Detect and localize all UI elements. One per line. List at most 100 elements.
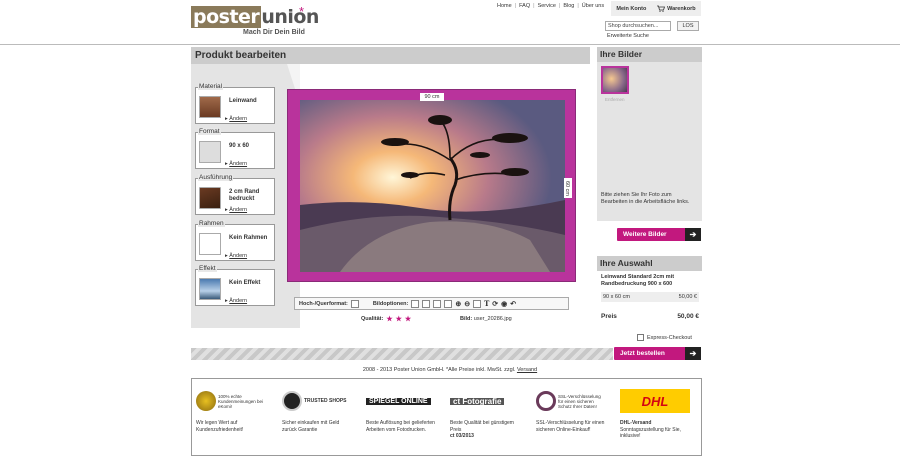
dhl-logo: DHL — [620, 389, 690, 413]
selection-size-row: 90 x 60 cm 50,00 € — [601, 292, 699, 302]
option-label: Material — [198, 83, 224, 90]
logo[interactable]: poster union * Mach Dir Dein Bild — [191, 4, 319, 36]
canvas-photo[interactable] — [300, 100, 565, 272]
nav-home[interactable]: Home — [497, 3, 512, 9]
zoom-in-icon[interactable]: ⊕ — [455, 300, 461, 308]
copyright: 2008 - 2013 Poster Union GmbH. *Alle Pre… — [362, 367, 538, 373]
nav-service[interactable]: Service — [538, 3, 556, 9]
order-button[interactable]: Jetzt bestellen ➔ — [614, 347, 701, 360]
finish-thumb — [199, 187, 221, 209]
trust-ct[interactable]: ct Fotografie Beste Qualität bei günstig… — [450, 388, 520, 440]
option-label: Effekt — [198, 265, 217, 272]
logo-tagline: Mach Dir Dein Bild — [243, 29, 305, 36]
price-label: Preis — [601, 313, 617, 320]
rotate-icon[interactable]: ⟳ — [492, 300, 498, 308]
your-images-title: Ihre Bilder — [597, 47, 702, 62]
trust-ekomi[interactable]: 100% echte Kundenmeinungen bei eKomi! Wi… — [196, 388, 266, 433]
more-images-button[interactable]: Weitere Bilder ➔ — [617, 228, 701, 241]
shipping-link[interactable]: Versand — [517, 367, 537, 373]
express-label: Express-Checkout — [647, 334, 692, 341]
dimension-width-label: 90 cm — [420, 93, 444, 101]
orientation-toggle-icon[interactable] — [350, 299, 359, 308]
express-checkout[interactable]: Express-Checkout — [637, 334, 692, 341]
option-value: Leinwand — [229, 98, 257, 104]
cart-link[interactable]: Warenkorb — [657, 5, 696, 12]
option-label: Ausführung — [198, 174, 234, 181]
center-icon[interactable]: ◉ — [501, 300, 507, 308]
advanced-search-link[interactable]: Erweiterte Suche — [607, 33, 649, 39]
logo-text-a: poster — [191, 6, 262, 28]
star-icon: ★ — [386, 316, 393, 323]
express-checkbox[interactable] — [637, 334, 644, 341]
selection-product: Leinwand Standard 2cm mit Randbedruckung… — [601, 274, 675, 287]
change-link[interactable]: ▸ Ändern — [225, 207, 247, 213]
option-material[interactable]: Material Leinwand ▸ Ändern — [195, 83, 275, 124]
arrow-right-icon: ➔ — [685, 347, 701, 360]
option-value: Kein Rahmen — [229, 235, 268, 241]
thumb-caption[interactable]: Entfernen — [605, 97, 625, 102]
option-frame[interactable]: Rahmen Kein Rahmen ▸ Ändern — [195, 220, 275, 261]
selection-size: 90 x 60 cm — [603, 294, 630, 300]
undo-icon[interactable]: ↶ — [510, 300, 516, 308]
trust-bar: 100% echte Kundenmeinungen bei eKomi! Wi… — [191, 378, 702, 456]
canvas-toolbar: Hoch-/Querformat: Bildoptionen: ⊕ ⊖ T ⟳ … — [294, 297, 569, 310]
trustedshops-badge-icon — [282, 391, 302, 411]
frame-thumb — [199, 233, 221, 255]
crop-icon[interactable] — [444, 299, 453, 308]
change-link[interactable]: ▸ Ändern — [225, 253, 247, 259]
option-label: Rahmen — [198, 220, 225, 227]
arrow-right-icon: ➔ — [685, 228, 701, 241]
quality-label: Qualität: — [361, 316, 384, 322]
change-link[interactable]: ▸ Ändern — [225, 298, 247, 304]
dimension-height-label: 60 cm — [564, 178, 572, 198]
ekomi-badge-icon — [196, 391, 216, 411]
spiegel-logo: SPIEGEL ONLINE — [366, 397, 431, 405]
option-format[interactable]: Format 90 x 60 ▸ Ändern — [195, 128, 275, 169]
search-button[interactable]: LOS — [677, 21, 699, 31]
image-name: user_20286.jpg — [473, 316, 512, 322]
zoom-out-icon[interactable]: ⊖ — [464, 300, 470, 308]
logo-text-b: union — [261, 6, 319, 28]
change-link[interactable]: ▸ Ändern — [225, 116, 247, 122]
fit-full-icon[interactable] — [433, 299, 442, 308]
option-effect[interactable]: Effekt Kein Effekt ▸ Ändern — [195, 265, 275, 306]
editor-title: Produkt bearbeiten — [191, 47, 590, 64]
option-finish[interactable]: Ausführung 2 cm Rand bedruckt ▸ Ändern — [195, 174, 275, 215]
image-name-info: Bild: user_20286.jpg — [460, 316, 512, 322]
option-value: Kein Effekt — [229, 280, 261, 286]
search-input[interactable]: Shop durchsuchen... — [605, 21, 671, 31]
change-link[interactable]: ▸ Ändern — [225, 161, 247, 167]
format-thumb — [199, 141, 221, 163]
account-link[interactable]: Mein Konto — [616, 6, 646, 12]
trust-dhl[interactable]: DHL DHL-Versand Sonntagszustellung für S… — [620, 388, 690, 440]
effect-thumb — [199, 278, 221, 300]
option-value: 2 cm Rand bedruckt — [229, 189, 260, 202]
uploaded-image-thumb[interactable] — [601, 66, 629, 94]
your-selection-title: Ihre Auswahl — [597, 256, 702, 271]
text-icon[interactable]: T — [484, 299, 489, 308]
quality-indicator: Qualität: ★ ★ ★ — [361, 315, 411, 323]
image-icon[interactable] — [473, 299, 482, 308]
top-nav: Home | FAQ | Service | Blog | Über uns — [497, 3, 605, 9]
star-icon: ★ — [395, 316, 402, 323]
price-value: 50,00 € — [677, 313, 699, 320]
option-label: Format — [198, 128, 221, 135]
trust-ssl[interactable]: SSL-Verschlüsselung für einen sicheren S… — [536, 388, 606, 433]
account-bar: Mein Konto Warenkorb — [611, 1, 701, 16]
fit-height-icon[interactable] — [422, 299, 431, 308]
cart-icon — [657, 5, 666, 12]
nav-about[interactable]: Über uns — [582, 3, 604, 9]
fit-width-icon[interactable] — [411, 299, 420, 308]
cart-label: Warenkorb — [667, 5, 696, 12]
orientation-label: Hoch-/Querformat: — [299, 300, 348, 307]
ssl-badge-icon — [536, 391, 556, 411]
trust-trustedshops[interactable]: TRUSTED SHOPS Sicher einkaufen mit Geld … — [282, 388, 352, 433]
decorative-stripe — [191, 348, 613, 360]
upload-hint: Bitte ziehen Sie Ihr Foto zum Bearbeiten… — [601, 192, 690, 205]
order-label: Jetzt bestellen — [620, 350, 665, 357]
trust-spiegel[interactable]: SPIEGEL ONLINE Beste Auflösung bei gelie… — [366, 388, 436, 433]
nav-blog[interactable]: Blog — [563, 3, 574, 9]
logo-star: * — [299, 4, 305, 19]
nav-faq[interactable]: FAQ — [519, 3, 530, 9]
selection-size-price: 50,00 € — [678, 294, 697, 300]
